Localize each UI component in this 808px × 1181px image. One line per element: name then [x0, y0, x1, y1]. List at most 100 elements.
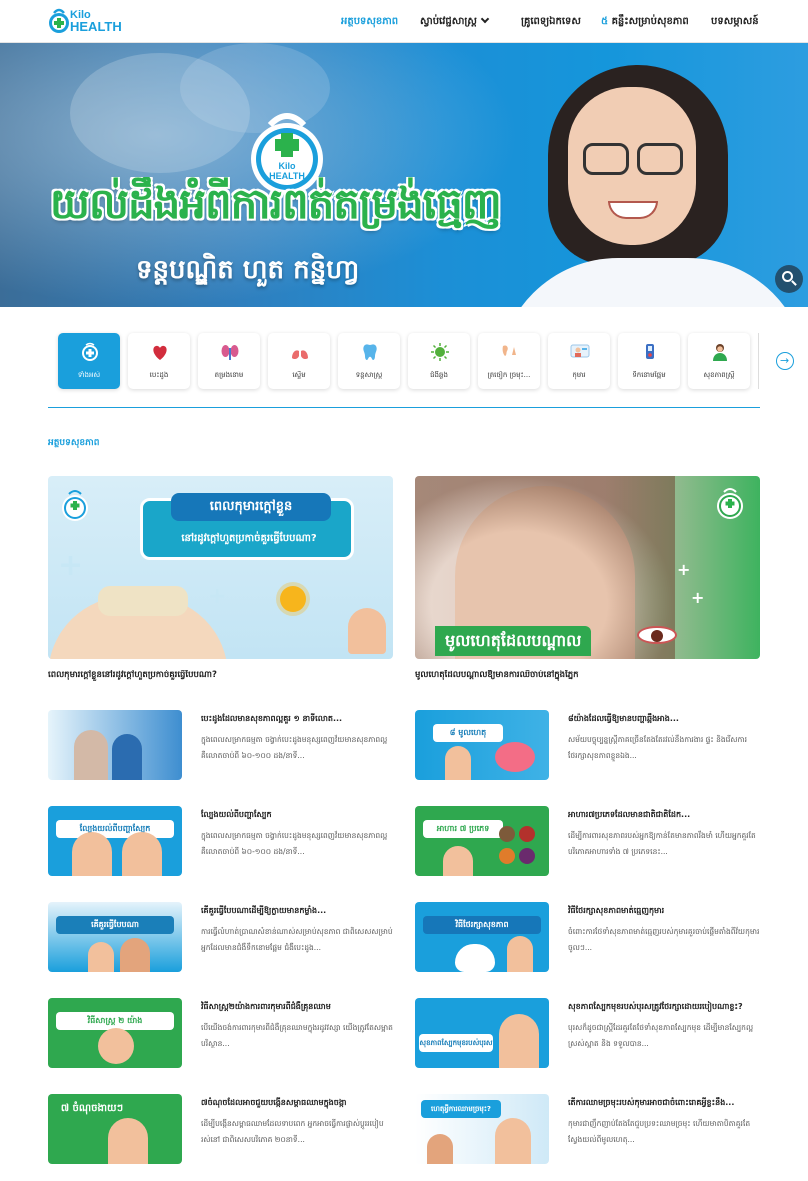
- category-women-health[interactable]: សុខភាពស្ត្រី: [688, 333, 750, 389]
- article-title: ៨យ៉ាងដែលធ្វើឱ្យមានបញ្ហាឆ្អឹងអាង...: [568, 714, 679, 723]
- sun-icon: [280, 586, 306, 612]
- eye-icon: [637, 626, 677, 644]
- article-excerpt: ដើម្បីបង្កើនសម្ពាធឈាមដែលទាបពេក អ្នកអាចធ្…: [201, 1119, 384, 1144]
- featured-article-title[interactable]: ពេលកុមារក្តៅខ្លួននៅរដូវក្តៅហួតប្រកាច់គួរ…: [48, 670, 393, 682]
- article-card[interactable]: វិធីសាស្ត្រ ២ យ៉ាង វិធីសាស្ត្រ២យ៉ាងការពា…: [48, 998, 393, 1070]
- woman-illustration: [445, 746, 471, 780]
- search-button[interactable]: [775, 265, 803, 293]
- section-title: អត្ថបទសុខភាព: [48, 438, 100, 448]
- tooth-icon: [455, 944, 495, 972]
- person-illustration: [74, 730, 108, 780]
- article-thumbnail-text: ល្បែងយល់ពីបញ្ហាស្បែក: [56, 820, 174, 838]
- dentist-illustration: [507, 936, 533, 972]
- category-label: សុខភាពស្ត្រី: [703, 371, 735, 379]
- article-title: ល្បែងយល់ពីបញ្ហាស្បែក: [201, 810, 272, 819]
- food-illustration: [519, 848, 535, 864]
- food-illustration: [499, 848, 515, 864]
- nav-health-tips[interactable]: ៥ គន្លឹះសម្រាប់សុខភាព: [601, 14, 689, 29]
- article-card[interactable]: អាហារ ៧ ប្រភេទ អាហារ៧ប្រភេទដែលមានជាតិជាត…: [415, 806, 760, 878]
- towel-illustration: [98, 586, 188, 616]
- article-excerpt: ដើម្បីការពារសុខភាពរបស់អ្នកឱ្យកាន់តែមានភា…: [568, 831, 756, 856]
- doctor-glasses-left: [583, 143, 629, 175]
- category-infectious[interactable]: ជំងឺឆ្លង: [408, 333, 470, 389]
- featured-article-image[interactable]: + + មូលហេតុដែលបណ្ដាល: [415, 476, 760, 659]
- article-thumbnail: អាហារ ៧ ប្រភេទ: [415, 806, 549, 876]
- category-label: ទាំងអស់: [77, 371, 101, 379]
- man-illustration: [499, 1014, 539, 1068]
- featured-article-image[interactable]: + + ពេលកុមារក្ដៅខ្លួន នៅរដូវក្ដៅហួតប្រកា…: [48, 476, 393, 659]
- article-thumbnail-text: វិធីថែរក្សាសុខភាព: [423, 916, 541, 934]
- article-excerpt: ក្នុងពេលសម្រាកធម្មតា ចង្វាក់បេះដូងមនុស្ស…: [201, 831, 388, 856]
- article-excerpt: ក្នុងពេលសម្រាកធម្មតា ចង្វាក់បេះដូងមនុស្ស…: [201, 735, 388, 760]
- nav-medical-dictionary[interactable]: ស្វាប់វេជ្ជសាស្ត្រ: [420, 14, 490, 29]
- child-illustration: [88, 942, 114, 972]
- featured-article-title[interactable]: មូលហេតុដែលបណ្ដាលឱ្យមានការឈឺចាប់នៅក្នុងភ្…: [415, 670, 760, 682]
- featured-image-text: ពេលកុមារក្ដៅខ្លួន: [171, 493, 331, 521]
- article-title: អាហារ៧ប្រភេទដែលមានជាតិជាតិដែក...: [568, 810, 691, 819]
- category-heart[interactable]: បេះដូង: [128, 333, 190, 389]
- article-title: គើគួរធ្វើបែបណាដើម្បីឱ្យក្លាយមានកម្លាំង..…: [201, 906, 327, 915]
- article-title: តើការឈាមច្រមុះរបស់កុមារអាចជាចំពោះរោគអ្វី…: [568, 1098, 735, 1107]
- category-label: ទន្តសាស្ត្រ: [355, 371, 383, 379]
- article-card[interactable]: គើគួរធ្វើបែបណា គើគួរធ្វើបែបណាដើម្បីឱ្យក្…: [48, 902, 393, 974]
- ent-icon: [502, 345, 516, 356]
- nurse-illustration: [112, 734, 142, 780]
- article-thumbnail: វិធីថែរក្សាសុខភាព: [415, 902, 549, 972]
- article-card[interactable]: សុខភាពស្បែកមុខរបស់បុរស សុខភាពស្បែកមុខរបស…: [415, 998, 760, 1070]
- category-label: បេះដូង: [149, 371, 169, 379]
- person-illustration: [72, 832, 112, 876]
- category-diabetes[interactable]: ទឹកនោមផ្អែម: [618, 333, 680, 389]
- article-card[interactable]: ៨ មូលហេតុ ៨យ៉ាងដែលធ្វើឱ្យមានបញ្ហាឆ្អឹងអា…: [415, 710, 760, 782]
- article-card[interactable]: ល្បែងយល់ពីបញ្ហាស្បែក ល្បែងយល់ពីបញ្ហាស្បែ…: [48, 806, 393, 878]
- child-icon: [570, 344, 590, 358]
- logo-text: Kilo HEALTH: [70, 9, 122, 33]
- article-title: ៧ចំណុចដែលអាចជួយបង្កើនសម្ពាធឈាមក្នុងចង្កា: [201, 1098, 347, 1107]
- nav-specialist-doctors[interactable]: គ្រូពេទ្យឯកទេស: [521, 14, 581, 29]
- category-label: កុមារ: [572, 371, 586, 379]
- category-label: ស្ទើម: [292, 371, 306, 379]
- article-title: វិធីសាស្ត្រ២យ៉ាងការពារកុមារពីជំងឺគ្រុនឈា…: [201, 1002, 331, 1011]
- category-label: តម្រងនោម: [214, 371, 244, 379]
- article-card[interactable]: ៧ ចំណុចងាយៗ ៧ចំណុចដែលអាចជួយបង្កើនសម្ពាធឈ…: [48, 1094, 393, 1166]
- category-all[interactable]: ទាំងអស់: [58, 333, 120, 389]
- virus-icon: [431, 343, 449, 361]
- article-excerpt: សម័យបច្ចុប្បន្នស្ត្រីភាគច្រើនតែងតែរវល់នឹ…: [568, 735, 748, 760]
- featured-image-banner: ពេលកុមារក្ដៅខ្លួន នៅរដូវក្ដៅហួតប្រកាច់គួ…: [140, 493, 354, 560]
- article-thumbnail: សុខភាពស្បែកមុខរបស់បុរស: [415, 998, 549, 1068]
- top-navigation-bar: Kilo HEALTH អត្ថបទសុខភាព ស្វាប់វេជ្ជសាស្…: [0, 0, 808, 43]
- logo-line2: HEALTH: [70, 19, 122, 34]
- hero-banner[interactable]: Kilo HEALTH យល់ដឹងអំពីការពត់តម្រង់ធ្មេញ …: [0, 43, 808, 307]
- category-lungs[interactable]: ស្ទើម: [268, 333, 330, 389]
- thinking-man-illustration: [348, 608, 386, 654]
- doctor-coat: [498, 258, 808, 307]
- category-children[interactable]: កុមារ: [548, 333, 610, 389]
- man-illustration: [120, 938, 150, 972]
- tooth-icon: [363, 344, 377, 360]
- section-divider: [48, 407, 760, 408]
- category-dental[interactable]: ទន្តសាស្ត្រ: [338, 333, 400, 389]
- category-next-button[interactable]: →: [776, 352, 794, 370]
- article-thumbnail: [48, 710, 182, 780]
- article-thumbnail: ហេតុអ្វីការឈាមច្រមុះ?: [415, 1094, 549, 1164]
- banner-logo-line1: Kilo: [279, 161, 297, 171]
- featured-image-subtext: នៅរដូវក្ដៅហួតប្រកាច់គួរធ្វើបែបណា?: [181, 533, 317, 544]
- diabetes-icon: [646, 344, 654, 359]
- article-thumbnail: គើគួរធ្វើបែបណា: [48, 902, 182, 972]
- food-illustration: [499, 826, 515, 842]
- category-ent[interactable]: ត្រចៀក ច្រមុះ...: [478, 333, 540, 389]
- kilo-health-logo[interactable]: Kilo HEALTH: [48, 6, 126, 38]
- nav-interviews[interactable]: បទសម្ភាសន៍: [711, 14, 759, 29]
- article-excerpt: កុមារជាញឹកញាប់តែងតែជួបប្រទះឈាមច្រមុះ ហើយ…: [568, 1119, 751, 1144]
- article-title: វិធីថែរក្សាសុខភាពមាត់ធ្មេញកុមារ: [568, 906, 665, 915]
- category-kidney[interactable]: តម្រងនោម: [198, 333, 260, 389]
- nav-health-tips-label: គន្លឹះសម្រាប់សុខភាព: [608, 16, 689, 27]
- banner-title: យល់ដឹងអំពីការពត់តម្រង់ធ្មេញ: [50, 179, 502, 228]
- category-label: ត្រចៀក ច្រមុះ...: [487, 371, 531, 379]
- article-card[interactable]: បេះដូងដែលមានសុខភាពល្អគួរ ១ នាទីលោត... ក្…: [48, 710, 393, 782]
- article-card[interactable]: ហេតុអ្វីការឈាមច្រមុះ? តើការឈាមច្រមុះរបស់…: [415, 1094, 760, 1166]
- nav-health-articles[interactable]: អត្ថបទសុខភាព: [341, 14, 398, 29]
- chevron-down-icon: [480, 14, 490, 24]
- kidney-icon: [221, 345, 239, 360]
- article-card[interactable]: វិធីថែរក្សាសុខភាព វិធីថែរក្សាសុខភាពមាត់ធ…: [415, 902, 760, 974]
- article-excerpt: ការធ្វើលំហាត់ប្រាណសំខាន់ណាស់សម្រាប់សុខភា…: [201, 927, 393, 952]
